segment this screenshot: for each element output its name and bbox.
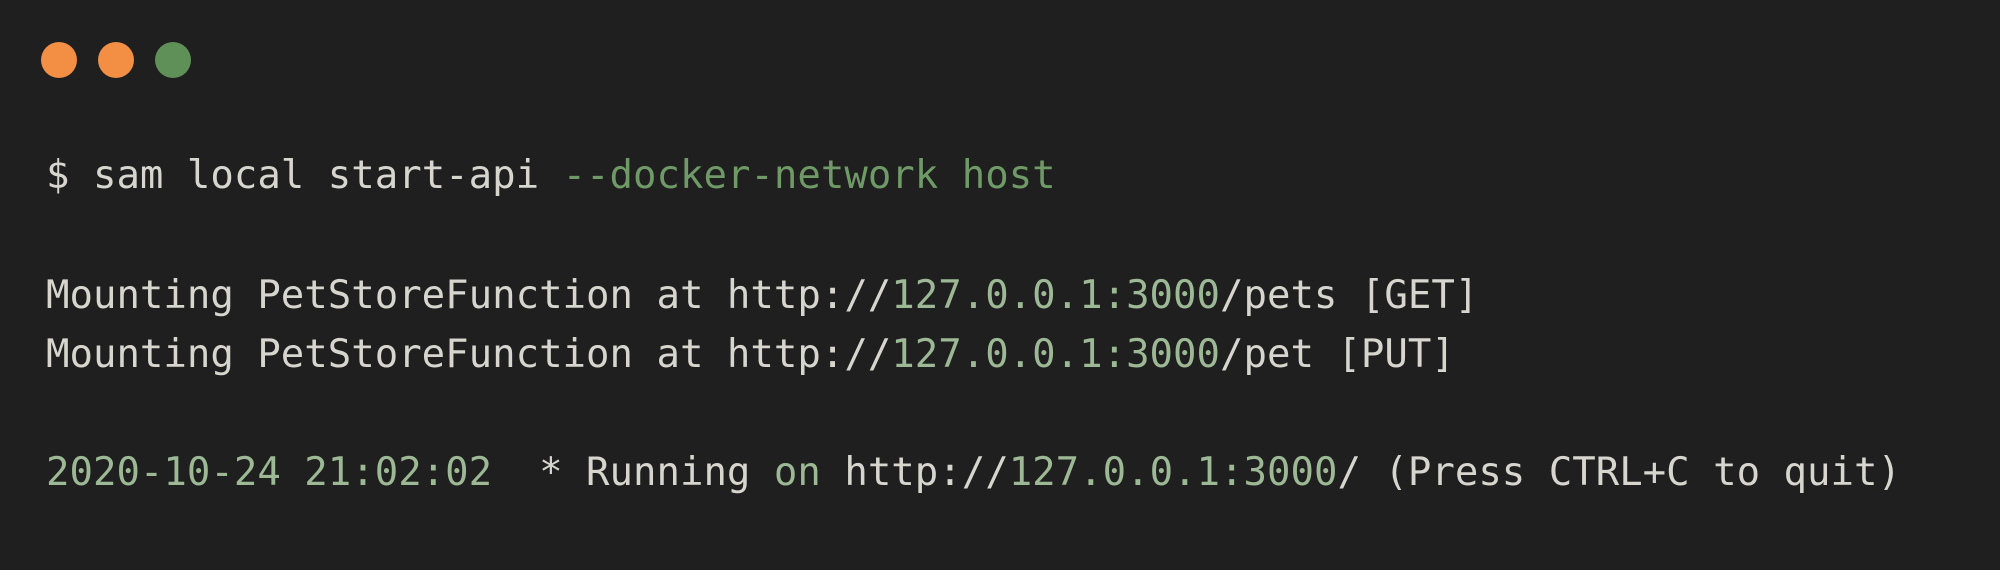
command-line: $ sam local start-api --docker-network h… [46, 152, 1056, 200]
running-suffix: / (Press CTRL+C to quit) [1337, 450, 1901, 495]
mount-line-pets: Mounting PetStoreFunction at http://127.… [46, 272, 1478, 320]
running-on-word: on [773, 450, 821, 495]
mount-line-pet: Mounting PetStoreFunction at http://127.… [46, 331, 1455, 379]
running-url-prefix: http:// [820, 450, 1009, 495]
prompt-symbol: $ [46, 153, 93, 198]
window-controls [41, 42, 191, 78]
close-button-icon[interactable] [41, 42, 77, 78]
running-address: 127.0.0.1:3000 [1008, 450, 1338, 495]
mount-address: 127.0.0.1:3000 [891, 332, 1221, 377]
terminal-window[interactable]: $ sam local start-api --docker-network h… [0, 0, 2000, 570]
timestamp: 2020-10-24 21:02:02 [46, 450, 493, 495]
minimize-button-icon[interactable] [98, 42, 134, 78]
maximize-button-icon[interactable] [155, 42, 191, 78]
command-text: sam local start-api [92, 153, 563, 198]
running-text: * Running [492, 450, 774, 495]
running-status-line: 2020-10-24 21:02:02 * Running on http://… [46, 449, 1901, 497]
mount-suffix: /pet [PUT] [1220, 332, 1455, 377]
mount-prefix: Mounting PetStoreFunction at http:// [46, 332, 892, 377]
mount-suffix: /pets [GET] [1220, 273, 1479, 318]
mount-prefix: Mounting PetStoreFunction at http:// [46, 273, 892, 318]
command-flag: --docker-network host [562, 153, 1056, 198]
mount-address: 127.0.0.1:3000 [891, 273, 1221, 318]
